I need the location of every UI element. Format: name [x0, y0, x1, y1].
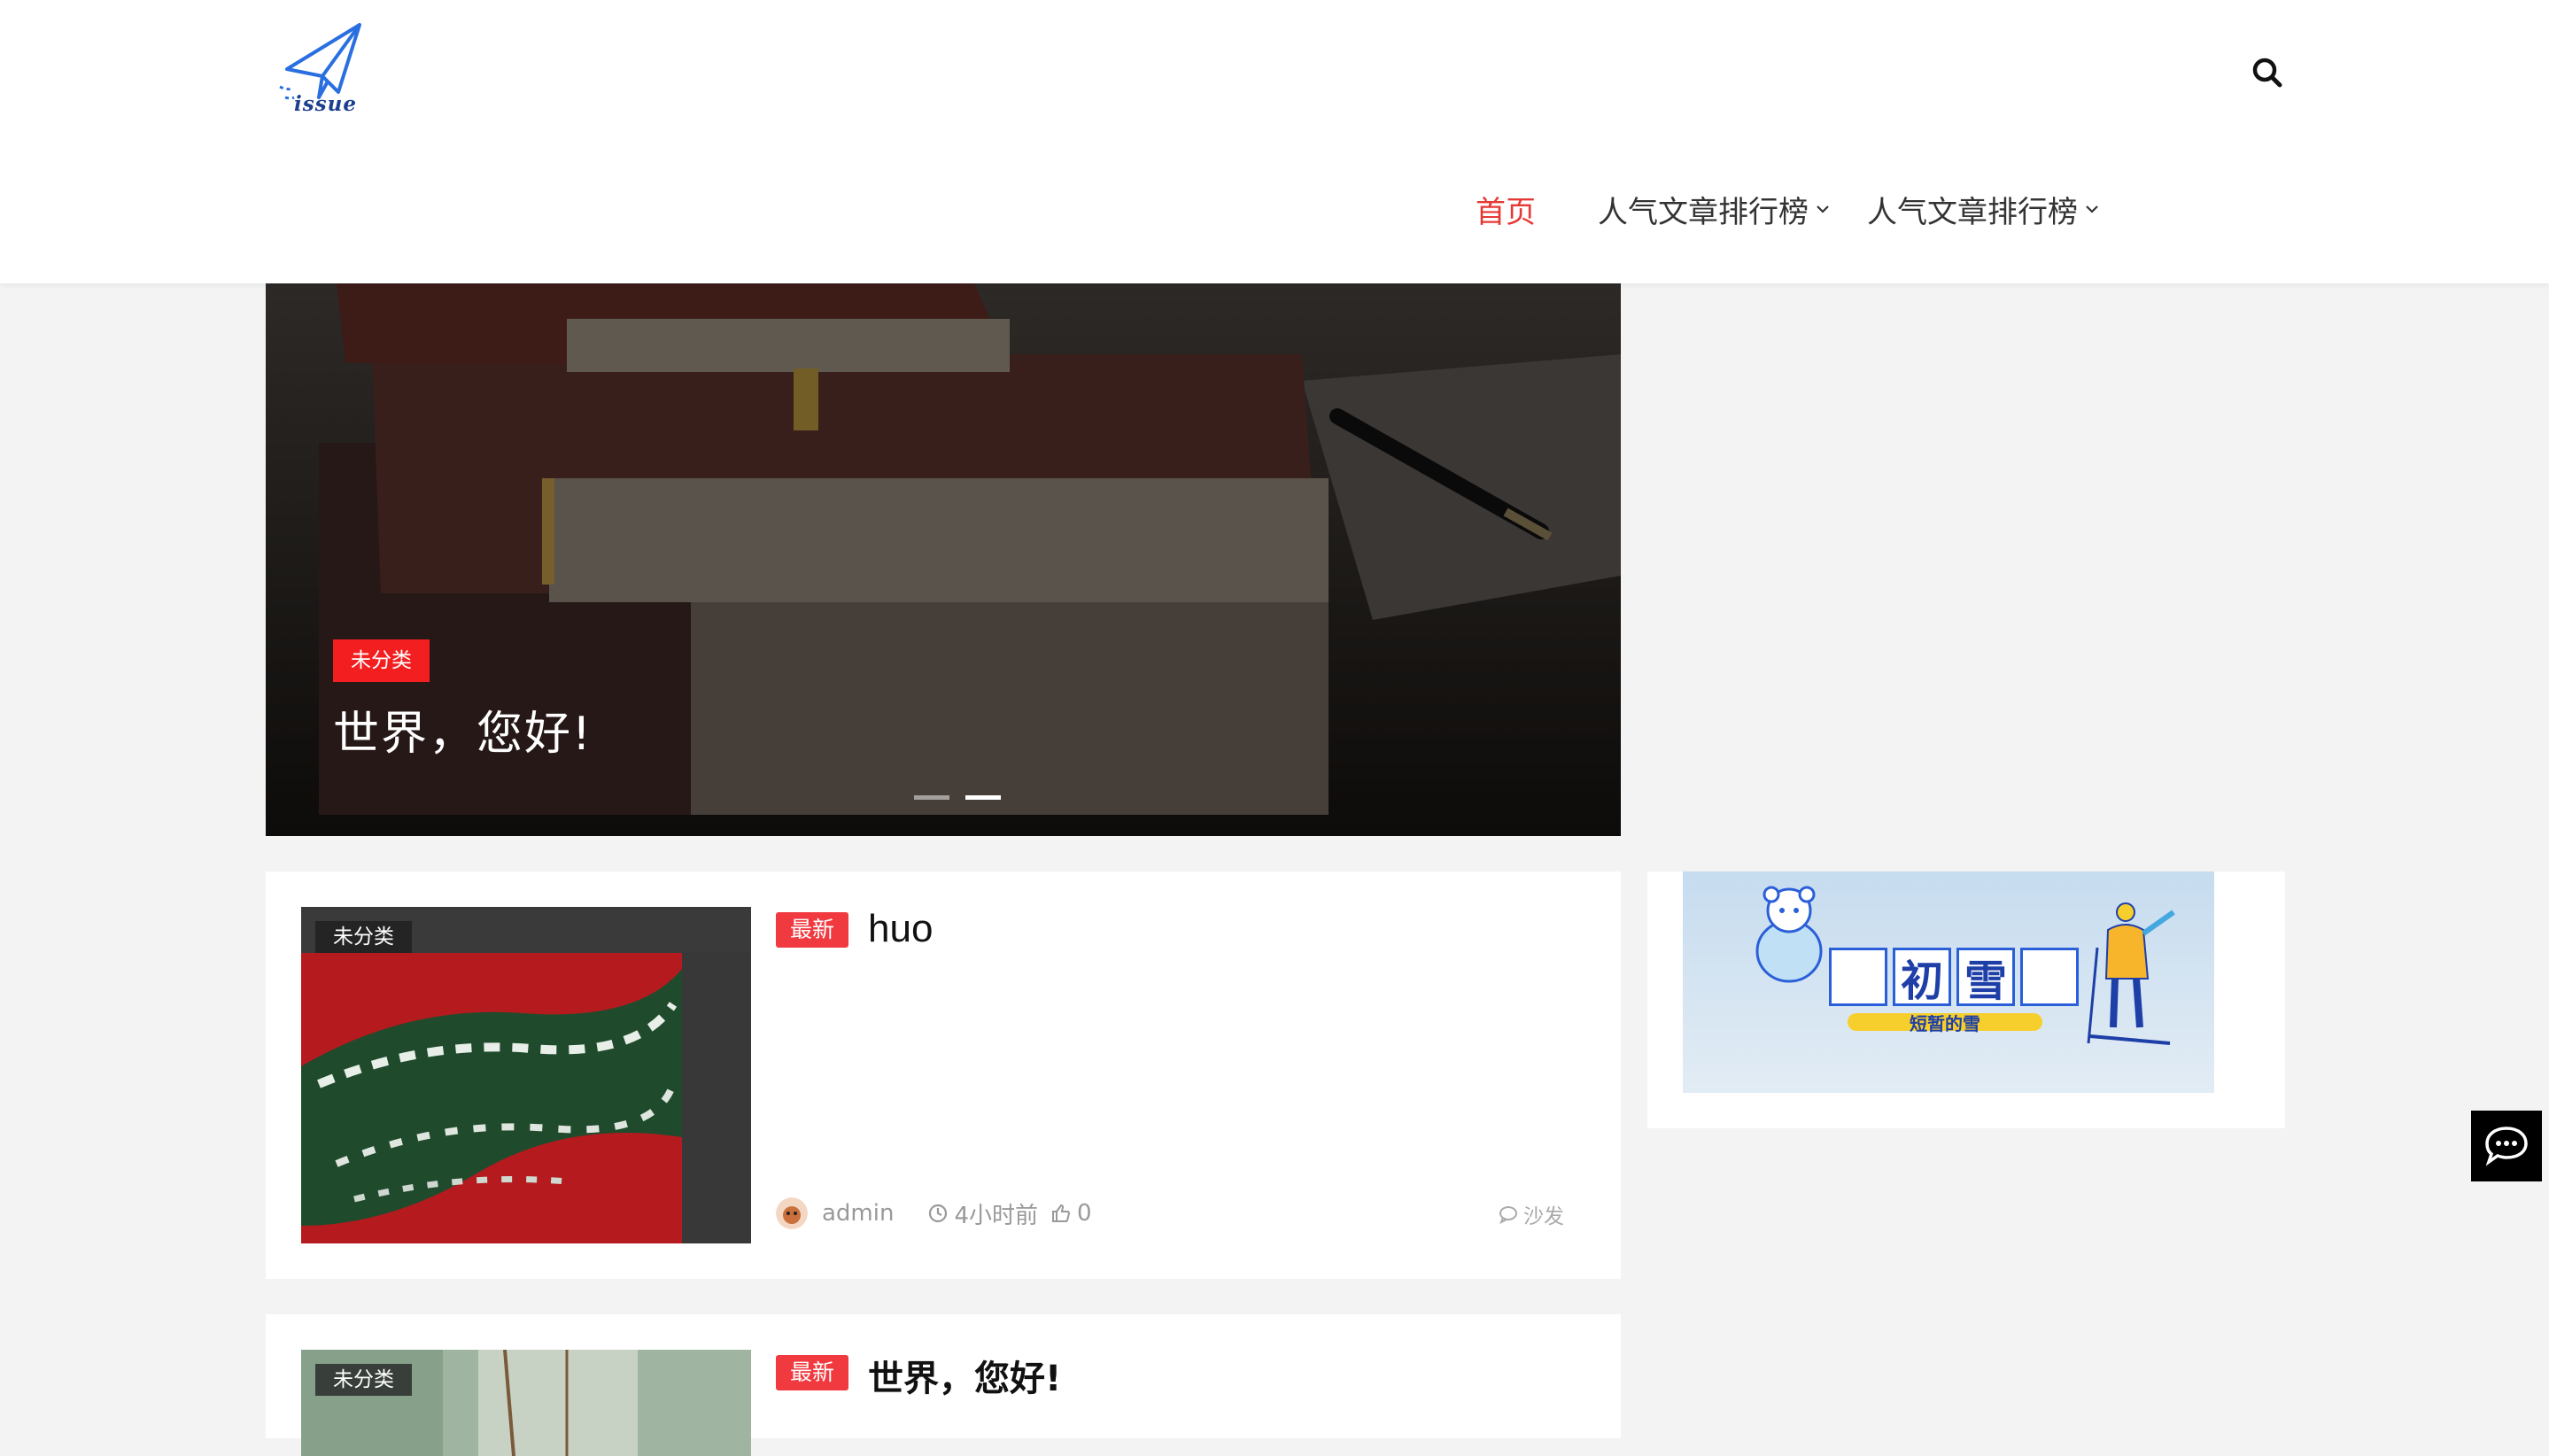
- nav-item-label: 人气文章排行榜: [1598, 194, 1809, 230]
- site-header: issue 首页 人气文章排行榜 人气文章排行榜: [0, 0, 2549, 283]
- thumbnail-category-tag[interactable]: 未分类: [315, 1364, 412, 1396]
- chevron-down-icon: [2086, 205, 2098, 213]
- banner-grid-cell: [1829, 948, 1887, 1006]
- banner-title: 初 雪: [1829, 948, 2084, 1006]
- banner-subtitle-bar: 短暂的雪: [1848, 1013, 2042, 1034]
- nav-item-popular-1[interactable]: 人气文章排行榜: [1598, 188, 1832, 231]
- banner-char: 雪: [1956, 948, 2015, 1006]
- post-title[interactable]: 世界，您好!: [868, 1350, 1061, 1401]
- banner-grid-cell: [2020, 948, 2079, 1006]
- slide-category-tag[interactable]: 未分类: [333, 639, 430, 682]
- post-meta: admin 4小时前 0: [776, 1196, 1092, 1231]
- comment-icon: [1499, 1206, 1517, 1224]
- banner-ad[interactable]: 初 雪 短暂的雪: [1683, 871, 2214, 1093]
- sidebar-widget: 初 雪 短暂的雪: [1647, 871, 2285, 1128]
- avatar[interactable]: [776, 1197, 808, 1229]
- search-icon[interactable]: [2250, 55, 2285, 90]
- post-card: 未分类 最新 世界，您好!: [266, 1314, 1621, 1456]
- new-badge: 最新: [776, 912, 849, 948]
- main-nav: 首页 人气文章排行榜 人气文章排行榜: [1476, 188, 2101, 230]
- slider-dot-2[interactable]: [965, 795, 1001, 800]
- chat-button[interactable]: [2471, 1111, 2542, 1181]
- banner-char: 初: [1893, 948, 1951, 1006]
- skier-illustration: [2087, 902, 2175, 1045]
- post-time: 4小时前: [927, 1197, 1038, 1230]
- post-likes[interactable]: 0: [1050, 1200, 1092, 1227]
- post-author[interactable]: admin: [822, 1200, 894, 1227]
- post-card: 未分类 最新 huo admin 4小时前 0 沙发: [266, 871, 1621, 1279]
- chat-icon: [2485, 1127, 2528, 1166]
- nav-item-home[interactable]: 首页: [1476, 188, 1536, 231]
- nav-item-label: 人气文章排行榜: [1867, 194, 2078, 230]
- logo-text: issue: [294, 92, 357, 116]
- clock-icon: [929, 1204, 948, 1223]
- post-thumbnail[interactable]: 未分类: [301, 1350, 751, 1456]
- thumbs-up-icon: [1052, 1204, 1071, 1222]
- slider-dot-1[interactable]: [914, 795, 949, 800]
- post-time-text: 4小时前: [954, 1202, 1039, 1229]
- slider-dots: [914, 795, 1017, 800]
- new-badge: 最新: [776, 1355, 849, 1390]
- post-comments-link[interactable]: 沙发: [1499, 1199, 1564, 1229]
- bear-illustration: [1755, 886, 1823, 983]
- featured-slider[interactable]: 未分类 世界，您好!: [266, 283, 1621, 836]
- banner-subtitle: 短暂的雪: [1910, 1013, 1980, 1034]
- post-comments-text: 沙发: [1523, 1205, 1564, 1228]
- thumbnail-category-tag[interactable]: 未分类: [315, 921, 412, 953]
- thumbnail-image: [301, 907, 751, 1243]
- nav-item-label: 首页: [1476, 194, 1536, 230]
- slide-title[interactable]: 世界，您好!: [333, 696, 593, 763]
- post-thumbnail[interactable]: 未分类: [301, 907, 751, 1243]
- post-likes-count: 0: [1077, 1200, 1092, 1227]
- nav-item-popular-2[interactable]: 人气文章排行榜: [1867, 188, 2101, 231]
- chevron-down-icon: [1817, 205, 1829, 213]
- post-title[interactable]: huo: [868, 907, 933, 951]
